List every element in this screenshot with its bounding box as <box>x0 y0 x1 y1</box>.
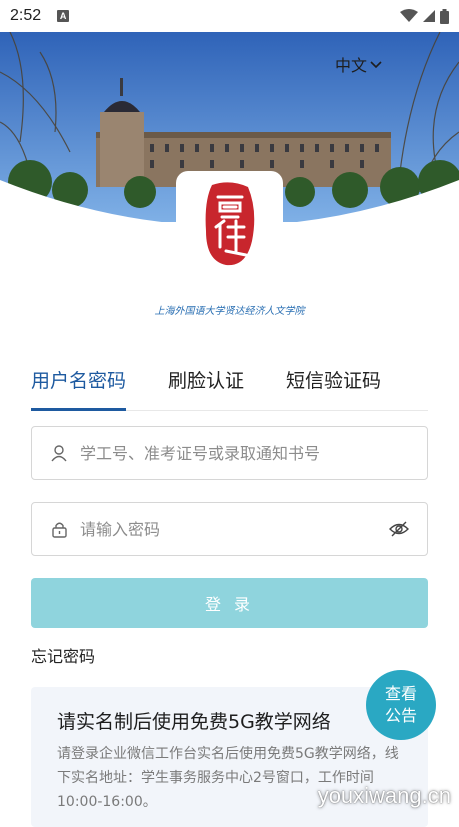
user-icon <box>48 444 70 462</box>
language-label: 中文 <box>334 56 367 75</box>
status-time: 2:52 <box>10 7 42 24</box>
tab-face-auth[interactable]: 刷脸认证 <box>168 358 244 410</box>
password-input[interactable] <box>78 518 389 540</box>
school-logo <box>176 171 283 278</box>
status-icons <box>400 8 449 24</box>
chevron-down-icon <box>370 61 382 69</box>
password-field[interactable] <box>31 502 428 556</box>
status-bar: 2:52 A <box>0 0 459 32</box>
username-input[interactable] <box>78 442 427 464</box>
announce-line-1: 查看 <box>384 684 417 703</box>
notice-title: 请实名制后使用免费5G教学网络 <box>57 711 331 733</box>
login-button[interactable]: 登 录 <box>31 578 428 628</box>
battery-icon <box>440 8 449 24</box>
view-announcement-button[interactable]: 查看 公告 <box>366 670 436 740</box>
tab-password[interactable]: 用户名密码 <box>31 358 127 411</box>
login-tabs: 用户名密码 刷脸认证 短信验证码 <box>31 358 428 411</box>
forgot-password-link[interactable]: 忘记密码 <box>31 643 95 667</box>
eye-off-icon[interactable] <box>389 521 409 537</box>
wifi-icon <box>400 9 418 22</box>
watermark: youxiwang.cn <box>317 783 451 808</box>
school-name: 上海外国语大学贤达经济人文学院 <box>154 306 305 317</box>
seal-logo-icon <box>205 181 254 265</box>
signal-icon <box>423 10 435 22</box>
tab-sms-code[interactable]: 短信验证码 <box>286 358 381 410</box>
language-selector[interactable]: 中文 <box>335 52 383 76</box>
lock-icon <box>48 521 70 538</box>
notification-icon: A <box>57 10 70 22</box>
username-field[interactable] <box>31 426 428 480</box>
announce-line-2: 公告 <box>384 706 417 725</box>
